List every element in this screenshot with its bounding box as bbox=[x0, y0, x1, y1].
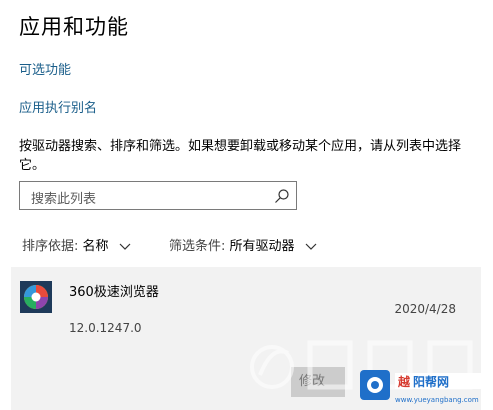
search-input[interactable]: 搜索此列表 bbox=[19, 181, 297, 210]
filter-by-dropdown[interactable]: 筛选条件: 所有驱动器 bbox=[169, 235, 317, 254]
search-placeholder: 搜索此列表 bbox=[31, 192, 97, 207]
app-list-item[interactable]: 360极速浏览器 2020/4/28 12.0.1247.0 修改 bbox=[11, 267, 481, 410]
search-icon[interactable] bbox=[274, 188, 290, 204]
app-name: 360极速浏览器 bbox=[69, 285, 159, 300]
modify-button[interactable]: 修改 bbox=[291, 367, 345, 397]
app-version: 12.0.1247.0 bbox=[69, 321, 142, 335]
app-execution-alias-link[interactable]: 应用执行别名 bbox=[19, 97, 97, 116]
filter-by-value: 所有驱动器 bbox=[229, 239, 295, 254]
browser-app-icon bbox=[20, 281, 52, 313]
sort-by-value: 名称 bbox=[82, 239, 109, 254]
chevron-down-icon bbox=[119, 243, 131, 250]
sort-by-dropdown[interactable]: 排序依据: 名称 bbox=[22, 235, 131, 254]
optional-features-link[interactable]: 可选功能 bbox=[19, 59, 71, 78]
filter-by-label: 筛选条件: bbox=[169, 239, 226, 254]
page-title: 应用和功能 bbox=[19, 15, 129, 39]
app-install-date: 2020/4/28 bbox=[394, 302, 456, 316]
description-text: 按驱动器搜索、排序和筛选。如果想要卸载或移动某个应用，请从列表中选择它。 bbox=[19, 139, 462, 173]
sort-by-label: 排序依据: bbox=[22, 239, 79, 254]
chevron-down-icon bbox=[305, 243, 317, 250]
